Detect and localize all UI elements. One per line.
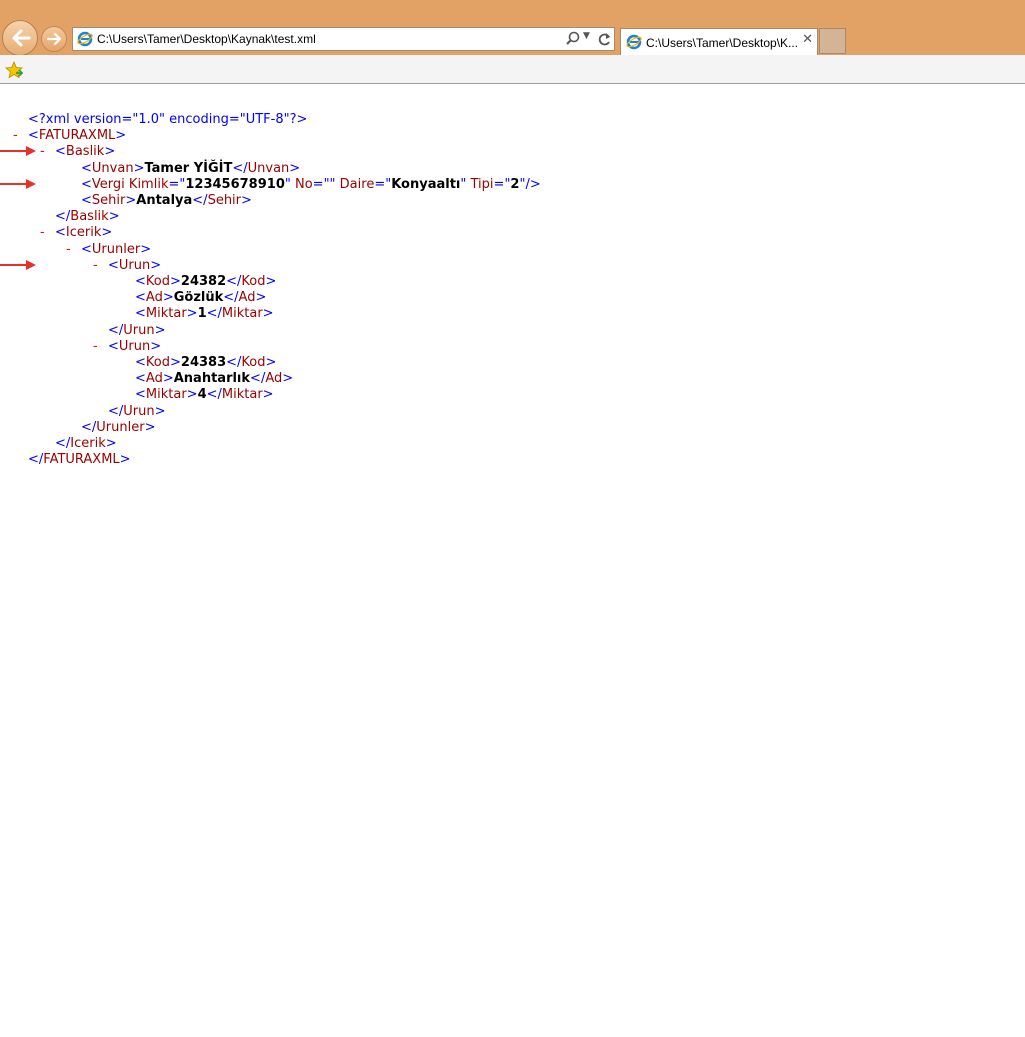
kod-value: 24383: [180, 355, 227, 370]
ie-page-icon: [77, 31, 93, 47]
tag-name: FATURAXML: [43, 452, 120, 467]
tag-name: Baslik: [65, 144, 105, 159]
back-arrow-icon: [12, 29, 31, 47]
miktar-value: 1: [197, 306, 207, 321]
address-bar[interactable]: C:\Users\Tamer\Desktop\Kaynak\test.xml ▼: [72, 27, 615, 51]
tag-name: Ad: [238, 290, 256, 305]
forward-arrow-icon: [46, 32, 62, 46]
tag-name: Urun: [123, 404, 155, 419]
tag-name: Sehir: [207, 193, 242, 208]
tab-title: C:\Users\Tamer\Desktop\K...: [646, 36, 799, 50]
tag-name: Ad: [145, 290, 163, 305]
tag-name: Unvan: [247, 161, 290, 176]
xml-root-open: <FATURAXML>: [28, 128, 127, 143]
tag-name: Icerik: [70, 436, 106, 451]
ie-tab-icon: [626, 34, 642, 50]
xml-vergi: <Vergi Kimlik="12345678910" No="" Daire=…: [81, 177, 541, 192]
new-tab-button[interactable]: [819, 28, 846, 54]
ad-value: Anahtarlık: [173, 371, 251, 386]
xml-ad: <Ad>Anahtarlık</Ad>: [135, 371, 294, 386]
xml-miktar: <Miktar>1</Miktar>: [135, 306, 274, 321]
attr-name: No: [294, 177, 313, 192]
xml-sehir: <Sehir>Antalya</Sehir>: [81, 193, 252, 208]
xml-document-view: <?xml version="1.0" encoding="UTF-8"?> -…: [0, 85, 1025, 1037]
close-tab-icon[interactable]: ✕: [802, 32, 813, 47]
red-arrow-icon: [0, 260, 36, 270]
red-arrow-icon: [0, 146, 36, 156]
tag-name: Ad: [265, 371, 283, 386]
tag-name: Icerik: [65, 225, 102, 240]
tag-name: Miktar: [145, 306, 187, 321]
tag-name: Ad: [145, 371, 163, 386]
xml-icerik-close: </Icerik>: [55, 436, 117, 451]
tag-name: Miktar: [221, 387, 263, 402]
xml-root-close: </FATURAXML>: [28, 452, 131, 467]
xml-kod: <Kod>24382</Kod>: [135, 274, 277, 289]
xml-urun-open: <Urun>: [108, 258, 162, 273]
dropdown-icon[interactable]: ▼: [583, 31, 590, 41]
unvan-value: Tamer YİĞİT: [144, 161, 233, 176]
collapse-toggle[interactable]: -: [93, 339, 98, 355]
collapse-toggle[interactable]: -: [13, 128, 18, 144]
tag-name: Kod: [145, 274, 170, 289]
tag-name: Urunler: [91, 242, 141, 257]
tag-name: Urun: [118, 339, 151, 354]
xml-icerik-open: <Icerik>: [55, 225, 113, 240]
miktar-value: 4: [197, 387, 207, 402]
xml-baslik-close: </Baslik>: [55, 209, 120, 224]
tag-name: Kod: [241, 355, 266, 370]
tag-name: Urunler: [96, 420, 145, 435]
tag-name: Vergi: [91, 177, 125, 192]
sehir-value: Antalya: [136, 193, 193, 208]
attr-value: 12345678910: [185, 177, 285, 192]
xml-ad: <Ad>Gözlük</Ad>: [135, 290, 267, 305]
favorites-star-icon[interactable]: [5, 61, 23, 79]
xml-declaration: <?xml version="1.0" encoding="UTF-8"?>: [28, 112, 307, 128]
address-url[interactable]: C:\Users\Tamer\Desktop\Kaynak\test.xml: [97, 32, 316, 46]
collapse-toggle[interactable]: -: [66, 242, 71, 258]
tag-name: Unvan: [91, 161, 134, 176]
attr-name: Kimlik: [128, 177, 169, 192]
tag-name: Kod: [241, 274, 266, 289]
collapse-toggle[interactable]: -: [40, 225, 45, 241]
xml-kod: <Kod>24383</Kod>: [135, 355, 277, 370]
tag-name: Miktar: [221, 306, 263, 321]
attr-value: Konyaaltı: [391, 177, 461, 192]
attr-name: Daire: [339, 177, 375, 192]
xml-urun-close: </Urun>: [108, 404, 166, 419]
collapse-toggle[interactable]: -: [93, 258, 98, 274]
tag-name: Sehir: [91, 193, 126, 208]
xml-urun-open: <Urun>: [108, 339, 162, 354]
tag-name: Kod: [145, 355, 170, 370]
favorites-bar: [0, 55, 1025, 84]
refresh-icon[interactable]: [597, 30, 613, 48]
search-icon[interactable]: [565, 31, 581, 47]
attr-name: Tipi: [470, 177, 494, 192]
xml-baslik-open: <Baslik>: [55, 144, 116, 159]
xml-miktar: <Miktar>4</Miktar>: [135, 387, 274, 402]
xml-declaration-text: <?xml version="1.0" encoding="UTF-8"?>: [28, 112, 308, 127]
tag-name: Urun: [118, 258, 151, 273]
tag-name: Miktar: [145, 387, 187, 402]
collapse-toggle[interactable]: -: [40, 144, 45, 160]
ad-value: Gözlük: [173, 290, 224, 305]
forward-button[interactable]: [41, 26, 67, 52]
browser-titlebar: C:\Users\Tamer\Desktop\Kaynak\test.xml ▼…: [0, 0, 1025, 56]
xml-urunler-close: </Urunler>: [81, 420, 156, 435]
xml-urunler-open: <Urunler>: [81, 242, 152, 257]
kod-value: 24382: [180, 274, 227, 289]
back-button[interactable]: [2, 20, 38, 56]
browser-tab[interactable]: C:\Users\Tamer\Desktop\K... ✕: [620, 28, 818, 55]
red-arrow-icon: [0, 179, 36, 189]
xml-urun-close: </Urun>: [108, 323, 166, 338]
xml-unvan: <Unvan>Tamer YİĞİT</Unvan>: [81, 161, 301, 176]
tag-name: Urun: [123, 323, 155, 338]
tag-name: FATURAXML: [38, 128, 116, 143]
tag-name: Baslik: [70, 209, 109, 224]
